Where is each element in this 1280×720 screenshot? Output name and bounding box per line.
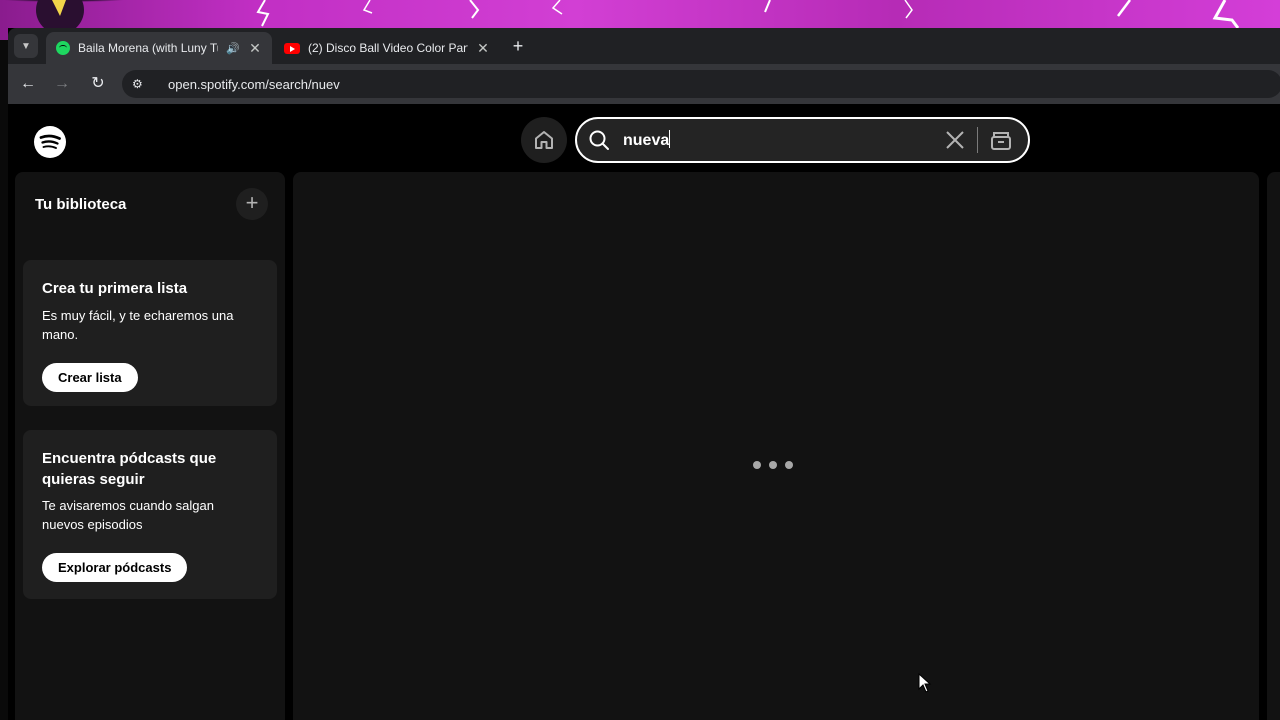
browser-toolbar: ← → ↻ ⚙ open.spotify.com/search/nuev — [8, 64, 1280, 104]
address-bar[interactable]: ⚙ open.spotify.com/search/nuev — [122, 70, 1280, 98]
main-view — [293, 172, 1259, 720]
search-input[interactable]: nueva — [623, 130, 943, 150]
tab-spotify[interactable]: Baila Morena (with Luny Tu 🔊 ✕ — [46, 32, 272, 64]
spotify-icon — [56, 41, 70, 55]
mouse-cursor-icon — [918, 673, 932, 693]
loading-indicator — [753, 461, 793, 469]
create-playlist-plus-button[interactable]: + — [236, 188, 268, 220]
text-caret — [669, 130, 671, 148]
card-title: Encuentra pódcasts que quieras seguir — [42, 450, 217, 488]
close-icon — [946, 131, 964, 149]
home-button[interactable] — [521, 117, 567, 163]
site-info-icon[interactable]: ⚙ — [132, 77, 152, 91]
browse-button[interactable] — [988, 127, 1014, 153]
browse-podcasts-button[interactable]: Explorar pódcasts — [42, 553, 188, 582]
loading-dot — [769, 461, 777, 469]
youtube-icon — [284, 42, 300, 54]
url-text: open.spotify.com/search/nuev — [168, 76, 340, 92]
podcasts-card: Encuentra pódcasts que quieras seguir Te… — [23, 430, 277, 599]
spotify-logo-icon[interactable] — [34, 126, 66, 163]
back-button[interactable]: ← — [16, 72, 40, 96]
search-bar[interactable]: nueva — [575, 117, 1030, 163]
create-playlist-card: Crea tu primera lista Es muy fácil, y te… — [23, 260, 277, 406]
tab-youtube[interactable]: (2) Disco Ball Video Color Party ✕ — [274, 32, 500, 64]
browser-window: ▼ Baila Morena (with Luny Tu 🔊 ✕ (2) Dis… — [8, 28, 1280, 720]
close-tab-icon[interactable]: ✕ — [476, 40, 490, 57]
close-tab-icon[interactable]: ✕ — [248, 40, 262, 57]
clear-search-button[interactable] — [943, 128, 967, 152]
right-panel-edge — [1267, 172, 1280, 720]
loading-dot — [753, 461, 761, 469]
tab-title: (2) Disco Ball Video Color Party — [308, 41, 468, 55]
card-description: Es muy fácil, y te echaremos una mano. — [42, 308, 234, 342]
loading-dot — [785, 461, 793, 469]
card-description: Te avisaremos cuando salgan nuevos episo… — [42, 498, 214, 532]
speaker-icon[interactable]: 🔊 — [226, 42, 240, 55]
tab-strip: ▼ Baila Morena (with Luny Tu 🔊 ✕ (2) Dis… — [8, 28, 1280, 64]
search-input-value: nueva — [623, 132, 670, 149]
card-title: Crea tu primera lista — [42, 280, 188, 297]
tab-search-button[interactable]: ▼ — [14, 34, 38, 58]
create-playlist-button[interactable]: Crear lista — [42, 363, 138, 392]
forward-button[interactable]: → — [50, 72, 74, 96]
reload-button[interactable]: ↻ — [86, 72, 110, 96]
search-icon — [589, 130, 609, 150]
library-panel: Tu biblioteca + Crea tu primera lista Es… — [15, 172, 285, 720]
spotify-app: nueva Tu biblioteca + Crea tu primera li… — [8, 104, 1280, 720]
search-divider — [977, 127, 978, 153]
tab-title: Baila Morena (with Luny Tu — [78, 41, 219, 55]
home-icon — [535, 131, 553, 149]
library-title[interactable]: Tu biblioteca — [35, 196, 126, 213]
browse-icon — [991, 132, 1011, 150]
new-tab-button[interactable]: + — [506, 34, 530, 58]
